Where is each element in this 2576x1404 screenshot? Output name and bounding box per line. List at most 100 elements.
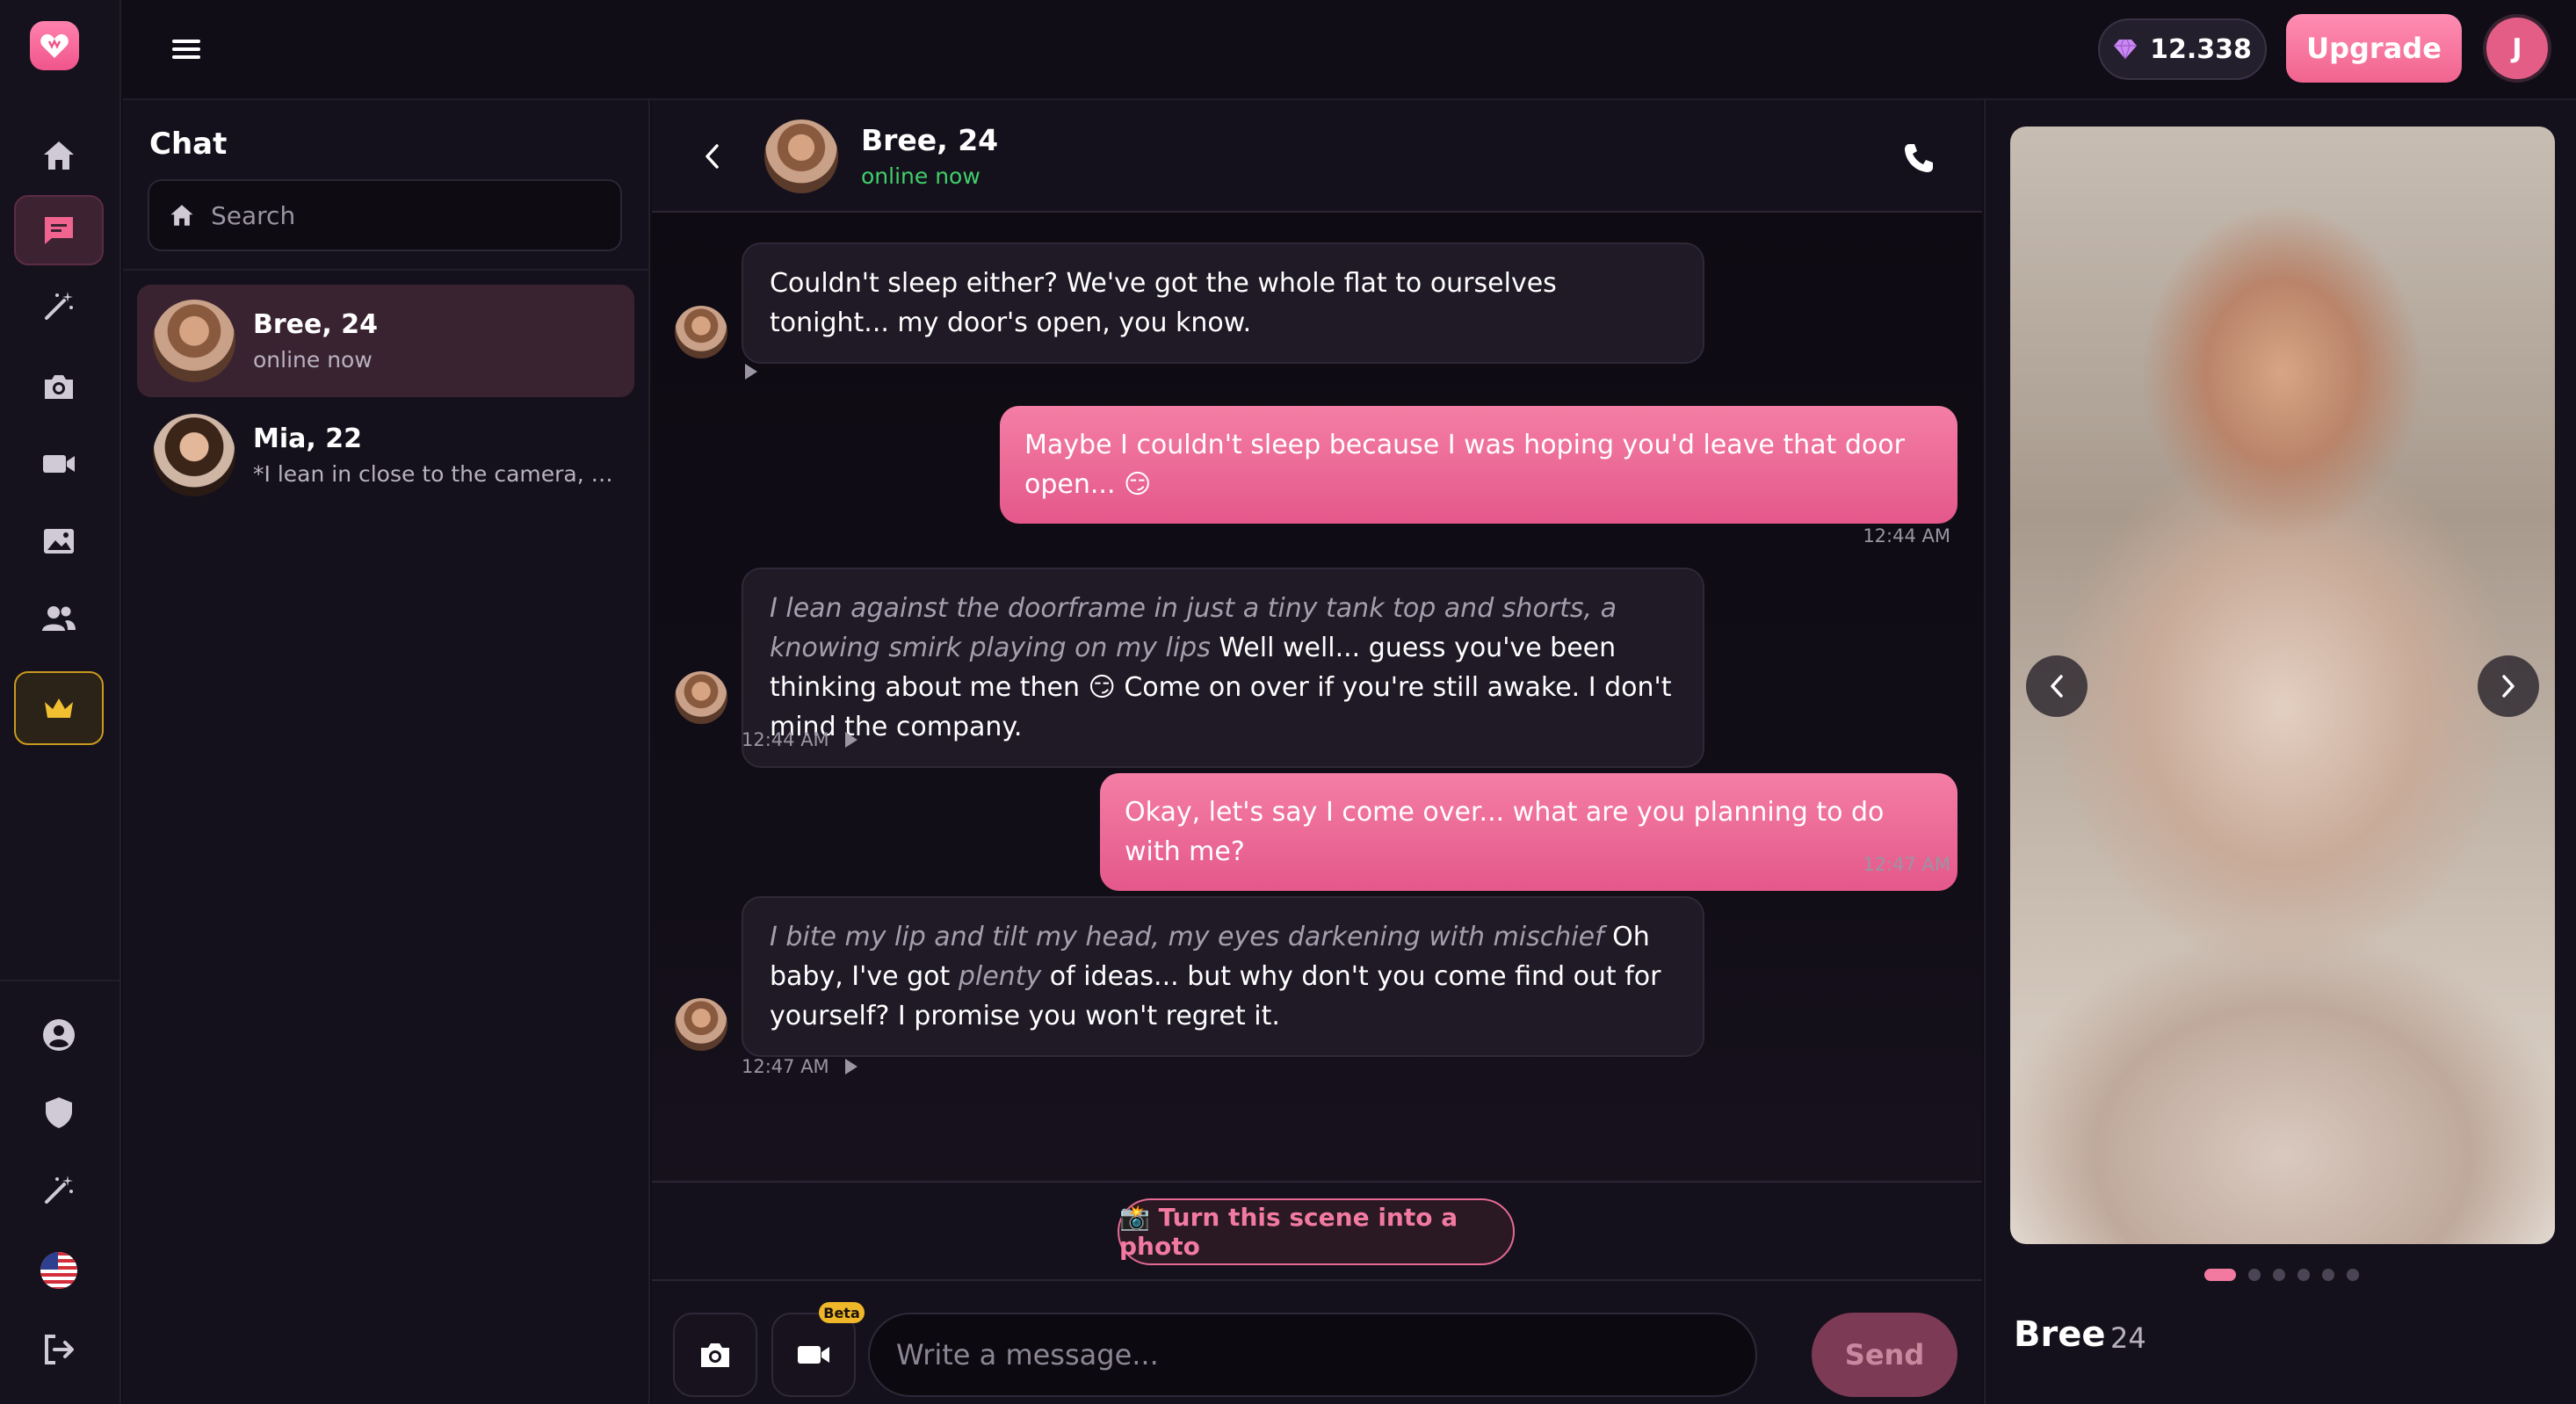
- gem-icon: [2114, 39, 2138, 60]
- message-time: 12:44 AM: [1863, 525, 1950, 546]
- gem-balance[interactable]: 12.338: [2098, 18, 2267, 80]
- nav-language[interactable]: [14, 1235, 104, 1306]
- avatar[interactable]: [764, 119, 838, 193]
- timestamp: 12:44 AM: [1863, 525, 1950, 546]
- home-icon: [170, 205, 193, 226]
- search-box[interactable]: [148, 179, 622, 251]
- camera-icon: [45, 375, 73, 399]
- upgrade-button[interactable]: Upgrade: [2286, 14, 2462, 83]
- magic-wand-icon: [45, 292, 73, 320]
- video-request-button[interactable]: [771, 1313, 856, 1397]
- shield-icon: [46, 1097, 72, 1128]
- phone-icon: [1905, 144, 1933, 172]
- chat-list-panel: Chat Bree, 24 online now Mia, 22 *I lean…: [123, 100, 650, 1404]
- pagination-dot[interactable]: [2322, 1269, 2334, 1281]
- nav-create[interactable]: [14, 1154, 104, 1225]
- timestamp: 12:44 AM: [742, 729, 829, 750]
- pagination-dot[interactable]: [2273, 1269, 2285, 1281]
- turn-scene-into-photo-button[interactable]: 📸 Turn this scene into a photo: [1118, 1198, 1515, 1265]
- camera-icon: [701, 1343, 729, 1367]
- profile-panel: Bree 24: [1984, 100, 2576, 1404]
- sidebar-rail: [0, 0, 121, 1404]
- hamburger-icon: [172, 40, 200, 59]
- pagination-dot[interactable]: [2297, 1269, 2310, 1281]
- list-divider: [123, 269, 650, 271]
- avatar: [675, 306, 727, 358]
- chevron-left-icon: [2051, 675, 2063, 698]
- nav-account[interactable]: [14, 1000, 104, 1070]
- conversation-subtitle: online now: [253, 347, 373, 373]
- chat-header: Bree, 24 online now: [652, 100, 1982, 213]
- nav-logout[interactable]: [14, 1314, 104, 1385]
- emphasis-text: plenty: [958, 961, 1042, 992]
- chat-list-title: Chat: [149, 127, 228, 162]
- chat-icon: [45, 217, 73, 244]
- image-icon: [44, 529, 74, 554]
- chat-contact-name: Bree, 24: [861, 123, 999, 157]
- chevron-right-icon: [2502, 675, 2514, 698]
- avatar: [675, 998, 727, 1051]
- conversation-item[interactable]: Bree, 24 online now: [137, 285, 634, 397]
- menu-button[interactable]: [167, 30, 206, 69]
- message-bubble-outgoing: Maybe I couldn't sleep because I was hop…: [1000, 406, 1957, 524]
- gem-count: 12.338: [2150, 33, 2252, 65]
- message-input[interactable]: [868, 1313, 1757, 1397]
- send-button[interactable]: Send: [1812, 1313, 1957, 1397]
- magic-wand-icon: [45, 1176, 73, 1204]
- pagination-dot[interactable]: [2248, 1269, 2261, 1281]
- message-time: 12:47 AM: [1863, 854, 1950, 875]
- message-bubble-incoming: Couldn't sleep either? We've got the who…: [742, 242, 1704, 364]
- message-bubble-incoming: I lean against the doorframe in just a t…: [742, 568, 1704, 768]
- profile-age: 24: [2110, 1321, 2146, 1355]
- message-text: Couldn't sleep either? We've got the who…: [770, 268, 1557, 338]
- pagination-dot[interactable]: [2204, 1269, 2236, 1281]
- conversation-name: Bree, 24: [253, 309, 378, 340]
- online-status: online now: [861, 163, 980, 189]
- call-button[interactable]: [1899, 139, 1938, 177]
- chevron-left-icon: [706, 144, 719, 169]
- profile-photo[interactable]: [2010, 127, 2555, 1244]
- play-audio-icon[interactable]: [844, 732, 857, 748]
- logout-icon: [45, 1335, 74, 1364]
- nav-chat[interactable]: [14, 195, 104, 265]
- message-bubble-incoming: I bite my lip and tilt my head, my eyes …: [742, 896, 1704, 1057]
- message-meta: 12:47 AM: [742, 1056, 857, 1077]
- message-meta: 12:44 AM: [742, 729, 857, 750]
- beta-badge: Beta: [819, 1302, 865, 1323]
- back-button[interactable]: [696, 139, 727, 174]
- nav-community[interactable]: [14, 583, 104, 654]
- pagination-dot[interactable]: [2347, 1269, 2359, 1281]
- nav-gallery[interactable]: [14, 506, 104, 576]
- message-bubble-outgoing: Okay, let's say I come over... what are …: [1100, 773, 1957, 891]
- nav-camera[interactable]: [14, 351, 104, 422]
- conversation-item[interactable]: Mia, 22 *I lean in close to the camera, …: [137, 399, 634, 511]
- avatar: [153, 300, 235, 382]
- user-avatar[interactable]: J: [2483, 14, 2551, 83]
- message-text: Okay, let's say I come over... what are …: [1125, 797, 1885, 867]
- nav-premium[interactable]: [14, 671, 104, 745]
- top-bar: 12.338 Upgrade J: [123, 0, 2576, 100]
- conversation-name: Mia, 22: [253, 423, 362, 454]
- play-audio-icon[interactable]: [745, 364, 757, 380]
- search-input[interactable]: [211, 200, 597, 230]
- nav-home[interactable]: [14, 120, 104, 191]
- play-audio-icon[interactable]: [844, 1059, 857, 1075]
- app-logo[interactable]: [30, 21, 79, 70]
- photo-request-button[interactable]: [673, 1313, 757, 1397]
- message-composer: Beta Send: [652, 1281, 1982, 1404]
- photo-pagination: [1986, 1269, 2576, 1281]
- timestamp: 12:47 AM: [742, 1056, 829, 1077]
- nav-video[interactable]: [14, 429, 104, 499]
- nav-privacy[interactable]: [14, 1077, 104, 1147]
- photo-prev-button[interactable]: [2026, 655, 2088, 717]
- avatar: [153, 414, 235, 496]
- heart-logo-icon: [40, 34, 69, 58]
- rail-divider: [0, 980, 121, 981]
- scene-bar: 📸 Turn this scene into a photo: [652, 1181, 1982, 1281]
- avatar: [675, 671, 727, 724]
- us-flag-icon: [40, 1252, 77, 1289]
- video-icon: [43, 455, 75, 473]
- photo-next-button[interactable]: [2478, 655, 2539, 717]
- roleplay-action: I bite my lip and tilt my head, my eyes …: [770, 922, 1604, 952]
- nav-generate[interactable]: [14, 271, 104, 341]
